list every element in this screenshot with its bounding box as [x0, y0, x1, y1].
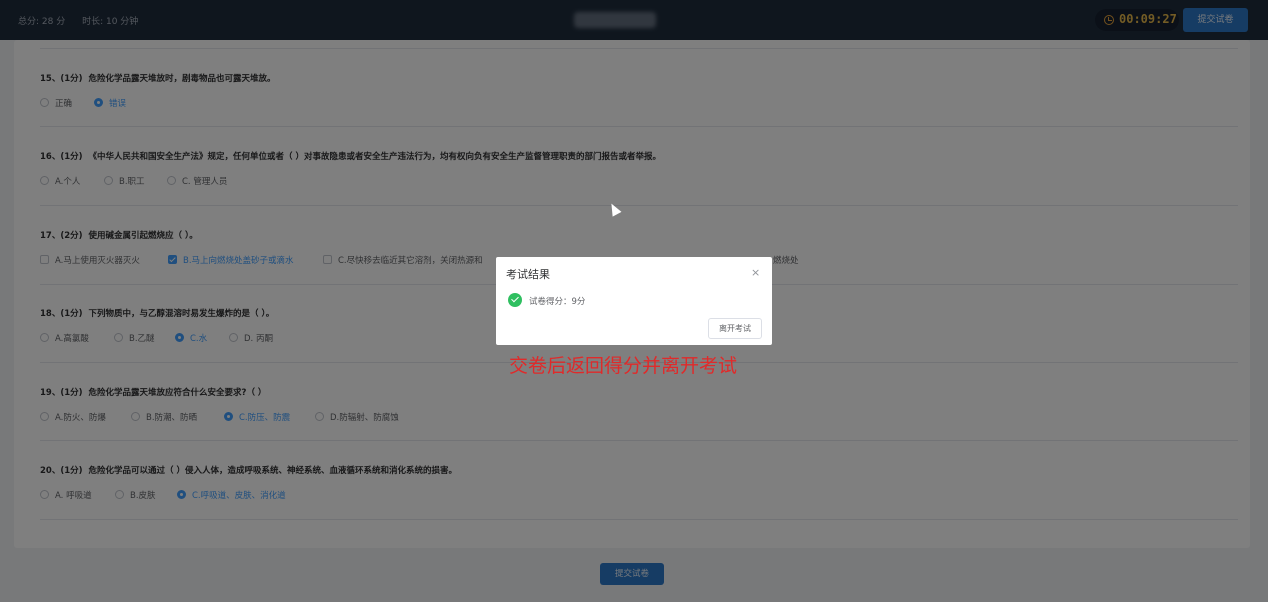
- leave-exam-button[interactable]: 离开考试: [708, 318, 762, 339]
- exam-result-dialog: 考试结果 × 试卷得分：9分 离开考试: [496, 257, 772, 345]
- dialog-title: 考试结果: [506, 268, 550, 281]
- annotation-text: 交卷后返回得分并离开考试: [509, 355, 738, 377]
- success-check-icon: [508, 293, 522, 307]
- close-icon[interactable]: ×: [751, 266, 760, 279]
- score-message: 试卷得分：9分: [529, 297, 586, 307]
